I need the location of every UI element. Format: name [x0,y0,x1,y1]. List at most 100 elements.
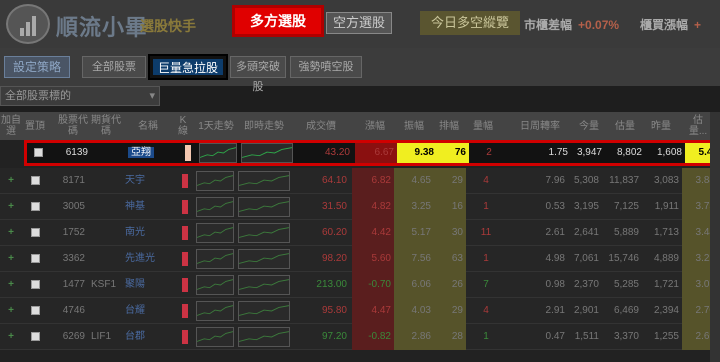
amp-cell: 3.25 [394,194,434,220]
table-row[interactable]: +4746 台耀 95.80 4.47 4.03 29 4 2.91 2,901 6,469 2,3… [0,298,720,324]
amp-cell: 4.65 [394,168,434,194]
col-stock-code[interactable]: 股票代碼 [56,112,90,140]
pin-checkbox[interactable] [30,279,40,289]
table-row[interactable]: +1477 KSF1 聚陽 213.00 -0.70 6.06 26 7 0.98 2,370 5,… [0,272,720,298]
day-trend-sparkline [199,143,237,163]
name-cell: 台郡 [122,324,176,350]
market-diff-value: +0.07% [578,18,620,32]
amp-cell: 2.86 [394,324,434,350]
col-amplitude[interactable]: 振幅 [396,112,432,140]
pin-checkbox[interactable] [30,331,40,341]
pin-checkbox[interactable] [30,253,40,263]
stock-name[interactable]: 南光 [125,227,145,238]
col-change[interactable]: 漲幅 [358,112,392,140]
pin-checkbox[interactable] [30,305,40,315]
day-trend-sparkline [196,197,234,217]
table-row[interactable]: +6269 LIF1 台郡 97.20 -0.82 2.86 28 1 0.47 1,511 3,3… [0,324,720,350]
add-watchlist-icon[interactable]: + [8,279,14,290]
turn-cell: 0.53 [545,201,565,212]
add-watchlist-cell: + [0,246,22,272]
add-watchlist-icon[interactable]: + [8,331,14,342]
intraday-sparkline [238,171,290,191]
day-trend-sparkline [196,171,234,191]
table-row[interactable]: +1752 南光 60.20 4.42 5.17 30 11 2.61 2,641 5,889 1,… [0,220,720,246]
col-futures-code[interactable]: 期貨代碼 [90,112,122,140]
pin-checkbox[interactable] [30,201,40,211]
chg-cell: 4.42 [352,220,394,246]
stock-name[interactable]: 神基 [125,201,145,212]
table-row[interactable]: 6139 亞翔 43.20 6.67 9.38 76 2 1.75 3,947 8,802 1,60… [24,140,720,166]
pin-checkbox[interactable] [33,147,43,157]
col-add-watchlist[interactable]: 加自選 [0,112,22,140]
app-window: 順流小畢 選股快手 多方選股 空方選股 今日多空縱覽 市櫃差幅 +0.07% 櫃買… [0,0,720,362]
col-intraday-trend[interactable]: 即時走勢 [238,112,290,140]
col-volume-ratio[interactable]: 量幅 [468,112,498,140]
col-today-volume[interactable]: 今量 [574,112,604,140]
price-cell: 31.50 [321,201,347,212]
stock-name[interactable]: 聚陽 [125,279,145,290]
add-watchlist-icon[interactable]: + [8,201,14,212]
table-scrollbar[interactable] [710,112,720,362]
kline-icon [182,226,188,240]
pin-checkbox[interactable] [30,227,40,237]
chg-cell: 5.60 [352,246,394,272]
vol-cell: 1 [483,331,489,342]
price-cell: 213.00 [316,279,347,290]
price-cell: 95.80 [321,305,347,316]
today-cell: 7,061 [573,253,599,264]
intraday-sparkline [238,275,290,295]
code-cell: 6269 [62,331,85,342]
filter-bull-breakout[interactable]: 多頭突破股 [230,56,286,93]
code-cell: 8171 [62,175,85,186]
col-kline[interactable]: K線 [176,112,190,140]
fut-cell [88,220,122,246]
add-watchlist-icon[interactable]: + [8,227,14,238]
stock-name[interactable]: 台郡 [125,331,145,342]
stock-name[interactable]: 台耀 [125,305,145,316]
filter-strong-short[interactable]: 強勢噴空股 [290,56,362,78]
add-watchlist-icon[interactable]: + [8,253,14,264]
tab-short-selection[interactable]: 空方選股 [326,12,392,34]
pin-cell [27,143,49,163]
stock-name[interactable]: 天宇 [125,175,145,186]
market-overview-button[interactable]: 今日多空縱覽 [420,11,520,35]
est-cell: 11,837 [609,175,639,186]
table-row[interactable]: +3005 神基 31.50 4.82 3.25 16 1 0.53 3,195 7,125 1,9… [0,194,720,220]
col-name[interactable]: 名稱 [124,112,172,140]
stock-table: 加自選 置頂 股票代碼 期貨代碼 名稱 K線 1天走勢 即時走勢 成交價 漲幅 … [0,112,720,362]
turn-cell: 2.91 [545,305,565,316]
vol-cell: 4 [483,305,489,316]
turn-cell: 0.47 [545,331,565,342]
fut-cell: KSF1 [91,279,117,290]
stock-name[interactable]: 亞翔 [128,147,154,158]
chg-cell: 4.47 [352,298,394,324]
stock-name[interactable]: 先進光 [125,253,155,264]
tab-long-selection[interactable]: 多方選股 [232,5,324,37]
add-watchlist-cell: + [0,220,22,246]
kline-icon [182,304,188,318]
stock-scope-select[interactable]: 全部股票標的 ▾ [0,86,160,106]
table-row[interactable]: +3362 先進光 98.20 5.60 7.56 63 1 4.98 7,061 15,746 4… [0,246,720,272]
today-cell: 2,641 [573,227,599,238]
col-estimated-volume[interactable]: 估量 [608,112,642,140]
filter-volume-surge[interactable]: 巨量急拉股 [148,54,228,80]
table-row[interactable]: +8171 天宇 64.10 6.82 4.65 29 4 7.96 5,308 11,837 3,… [0,168,720,194]
price-cell: 60.20 [321,227,347,238]
est-cell: 15,746 [608,253,639,264]
strategy-button[interactable]: 設定策略 [4,56,70,78]
col-pin[interactable]: 置頂 [24,112,46,140]
filter-all-stocks[interactable]: 全部股票 [82,56,146,78]
add-watchlist-icon[interactable]: + [8,305,14,316]
vol-cell: 1 [483,253,489,264]
add-watchlist-cell: + [0,324,22,350]
add-watchlist-icon[interactable]: + [8,175,14,186]
col-prev-volume[interactable]: 昨量 [646,112,676,140]
market-diff-stat: 市櫃差幅 +0.07% [524,16,619,33]
col-rank[interactable]: 排幅 [434,112,464,140]
pin-checkbox[interactable] [30,175,40,185]
vol-cell: 1 [483,201,489,212]
col-turnover[interactable]: 日周轉率 [510,112,570,140]
col-day-trend[interactable]: 1天走勢 [196,112,236,140]
col-price[interactable]: 成交價 [296,112,346,140]
col-est-ratio[interactable]: 估量... [684,112,712,140]
